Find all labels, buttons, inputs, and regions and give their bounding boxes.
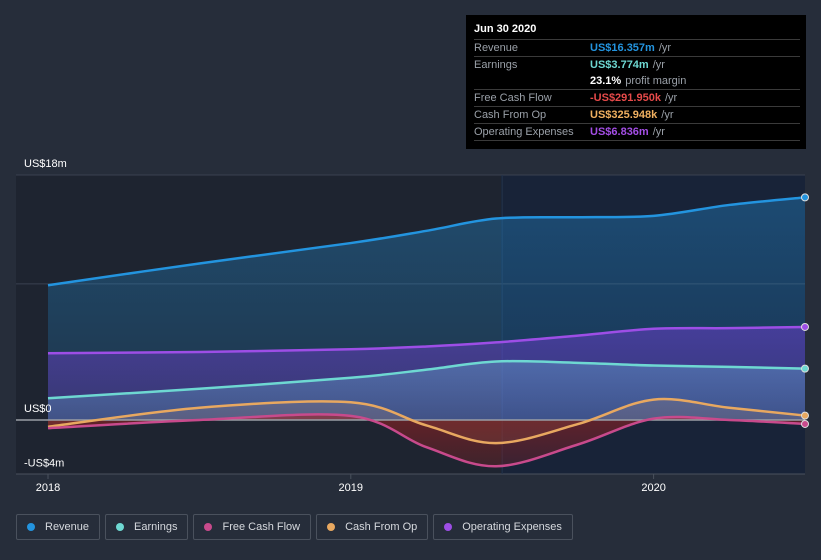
- operating-expenses-endpoint: [801, 322, 809, 331]
- legend-item-cash-from-op[interactable]: Cash From Op: [316, 514, 429, 540]
- legend-item-operating-expenses[interactable]: Operating Expenses: [433, 514, 573, 540]
- tooltip-date: Jun 30 2020: [474, 21, 800, 40]
- tooltip-row-unit: /yr: [664, 92, 678, 104]
- x-tick-label: 2018: [36, 482, 60, 494]
- y-tick-label: US$18m: [24, 158, 67, 170]
- tooltip: Jun 30 2020 Revenue US$16.357m/yr Earnings…: [466, 15, 806, 149]
- cash-from-op-endpoint: [801, 411, 809, 420]
- x-tick-label: 2020: [641, 482, 665, 494]
- tooltip-row: 23.1% profit margin: [474, 73, 800, 90]
- tooltip-row-unit: /yr: [652, 126, 665, 138]
- legend-dot-icon: [116, 523, 125, 531]
- tooltip-row-unit: /yr: [658, 42, 672, 54]
- legend-item-revenue[interactable]: Revenue: [16, 514, 101, 540]
- legend-dot-icon: [204, 523, 213, 531]
- x-axis: 2018 2019 2020: [36, 474, 666, 494]
- tooltip-row-unit: profit margin: [625, 75, 687, 87]
- tooltip-row: Earnings US$3.774m/yr: [474, 57, 800, 73]
- legend-label: Revenue: [45, 521, 90, 533]
- legend-label: Earnings: [134, 521, 178, 533]
- tooltip-row-unit: /yr: [661, 109, 674, 121]
- legend-item-earnings[interactable]: Earnings: [105, 514, 189, 540]
- tooltip-row: Revenue US$16.357m/yr: [474, 40, 800, 57]
- tooltip-row: Free Cash Flow -US$291.950k/yr: [474, 90, 800, 107]
- tooltip-row-label: [474, 73, 590, 89]
- x-tick-label: 2019: [339, 482, 363, 494]
- y-tick-label: -US$4m: [24, 457, 64, 469]
- legend-item-free-cash-flow[interactable]: Free Cash Flow: [193, 514, 312, 540]
- tooltip-row: Cash From Op US$325.948k/yr: [474, 107, 800, 124]
- tooltip-row-value: -US$291.950k: [590, 92, 661, 104]
- tooltip-rows: Revenue US$16.357m/yr Earnings US$3.774m/yr…: [474, 40, 800, 141]
- tooltip-row-label: Revenue: [474, 42, 519, 54]
- free-cash-flow-endpoint: [801, 419, 809, 428]
- tooltip-row-value: US$325.948k: [590, 109, 658, 121]
- legend-dot-icon: [27, 523, 35, 531]
- tooltip-row-value: US$3.774m: [590, 59, 649, 71]
- tooltip-row-label: Earnings: [474, 59, 518, 71]
- tooltip-row-value: US$16.357m: [590, 42, 655, 54]
- y-tick-label: US$0: [24, 403, 52, 415]
- tooltip-row-label: Free Cash Flow: [474, 92, 552, 104]
- tooltip-row-unit: /yr: [652, 59, 665, 71]
- legend: Revenue Earnings Free Cash Flow Cash From O…: [16, 514, 573, 540]
- tooltip-row-label: Operating Expenses: [474, 126, 574, 138]
- tooltip-row-label: Cash From Op: [474, 109, 547, 121]
- revenue-endpoint: [801, 193, 809, 202]
- legend-label: Cash From Op: [345, 521, 418, 533]
- legend-dot-icon: [327, 523, 336, 531]
- tooltip-row-value: 23.1%: [590, 75, 622, 87]
- tooltip-row: Operating Expenses US$6.836m/yr: [474, 124, 800, 141]
- tooltip-row-value: US$6.836m: [590, 126, 649, 138]
- legend-dot-icon: [444, 523, 453, 531]
- legend-label: Operating Expenses: [462, 521, 562, 533]
- legend-label: Free Cash Flow: [222, 521, 301, 533]
- earnings-endpoint: [801, 364, 809, 373]
